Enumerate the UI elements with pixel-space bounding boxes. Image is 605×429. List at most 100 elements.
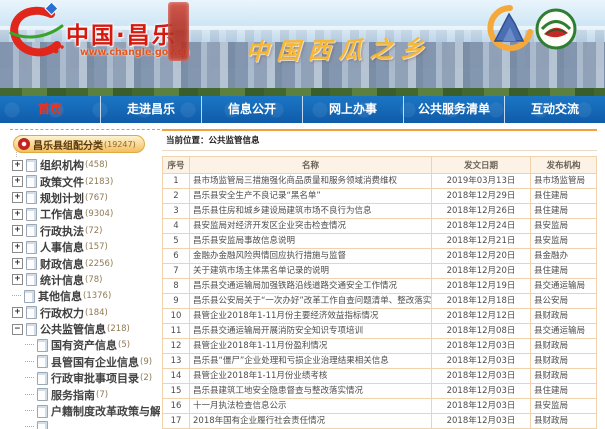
expand-icon[interactable]: + — [12, 242, 23, 253]
site-logo-icon[interactable] — [6, 3, 66, 63]
expand-icon[interactable]: + — [12, 176, 23, 187]
sidebar-item[interactable]: −公共监管信息(218) — [10, 321, 160, 337]
nav-item-3[interactable]: 信息公开 — [202, 96, 303, 123]
nav-item-6[interactable]: 互动交流 — [505, 96, 605, 123]
row-number: 4 — [163, 219, 190, 234]
mountain-crescent-emblem-icon — [486, 5, 534, 57]
expand-icon[interactable]: + — [12, 192, 23, 203]
publish-date: 2018年12月26日 — [432, 204, 531, 219]
document-link[interactable]: 昌乐县建筑工地安全隐患督查与整改落实情况 — [190, 384, 432, 399]
table-row: 8昌乐县交通运输局加强铁路沿线道路交通安全工作情况2018年12月19日县交通运… — [163, 279, 597, 294]
table-row: 11昌乐县交通运输局开展消防安全知识专项培训2018年12月08日县交通运输局 — [163, 324, 597, 339]
document-link[interactable]: 县管企业2018年1-11月份主要经济效益指标情况 — [190, 309, 432, 324]
sidebar-item-count: (7) — [96, 390, 108, 400]
expand-icon[interactable]: + — [12, 274, 23, 285]
publish-org: 县公安局 — [531, 294, 597, 309]
publish-date: 2018年12月29日 — [432, 189, 531, 204]
table-header-row: 序号名称发文日期发布机构 — [163, 157, 597, 174]
page-icon — [24, 290, 35, 303]
document-link[interactable]: 昌乐县安全生产不良记录“黑名单” — [190, 189, 432, 204]
tree-dash-connector — [25, 426, 34, 428]
table-row: 10县管企业2018年1-11月份主要经济效益指标情况2018年12月12日县财… — [163, 309, 597, 324]
sidebar-item-count: (458) — [85, 160, 108, 170]
publish-org: 县安监局 — [531, 219, 597, 234]
sidebar-subitem[interactable]: 国有资产信息(5) — [10, 337, 160, 353]
sidebar-item-label: 行政权力 — [40, 305, 84, 321]
document-link[interactable]: 昌乐县安监局事故信息说明 — [190, 234, 432, 249]
sidebar-item-count: (5) — [118, 340, 130, 350]
table-row: 15昌乐县建筑工地安全隐患督查与整改落实情况2018年12月03日县住建局 — [163, 384, 597, 399]
row-number: 8 — [163, 279, 190, 294]
sidebar-item-label: 组织机构 — [40, 157, 84, 173]
document-link[interactable]: 昌乐县交通运输局加强铁路沿线道路交通安全工作情况 — [190, 279, 432, 294]
sidebar-item[interactable]: +人事信息(157) — [10, 239, 160, 255]
nav-item-4[interactable]: 网上办事 — [303, 96, 404, 123]
document-link[interactable]: 县市场监管局三措施强化商品质量和服务领域消费维权 — [190, 174, 432, 189]
table-row: 1县市场监管局三措施强化商品质量和服务领域消费维权2019年03月13日县市场监… — [163, 174, 597, 189]
table-row: 2昌乐县安全生产不良记录“黑名单”2018年12月29日县住建局 — [163, 189, 597, 204]
expand-icon[interactable]: + — [12, 160, 23, 171]
sidebar-item[interactable]: +行政执法(72) — [10, 223, 160, 239]
sidebar-item[interactable]: 其他信息(1376) — [10, 288, 160, 304]
document-link[interactable]: 关于建筑市场主体黑名单记录的说明 — [190, 264, 432, 279]
row-number: 17 — [163, 414, 190, 429]
sidebar-item-count: (2256) — [85, 259, 113, 269]
publish-date: 2018年12月03日 — [432, 384, 531, 399]
publish-org: 县安监局 — [531, 399, 597, 414]
expand-icon[interactable]: + — [12, 209, 23, 220]
breadcrumb: 当前位置：公共监管信息 — [162, 133, 597, 151]
round-green-badge-icon — [534, 7, 578, 55]
sidebar-item[interactable]: +财政信息(2256) — [10, 255, 160, 271]
nav-item-2[interactable]: 走进昌乐 — [101, 96, 202, 123]
collapse-icon[interactable]: − — [12, 324, 23, 335]
table-row: 3昌乐县住房和城乡建设局建筑市场不良行为信息2018年12月26日县住建局 — [163, 204, 597, 219]
sidebar-subitem[interactable]: 行政审批事项目录(2) — [10, 370, 160, 386]
page-icon — [26, 257, 37, 270]
tree-dash-connector — [25, 344, 34, 346]
document-link[interactable]: 昌乐县交通运输局开展消防安全知识专项培训 — [190, 324, 432, 339]
main-content: 当前位置：公共监管信息 序号名称发文日期发布机构 1县市场监管局三措施强化商品质… — [162, 129, 597, 429]
sidebar-item-label: 其他信息 — [38, 288, 82, 304]
sidebar-item[interactable]: +规划计划(767) — [10, 190, 160, 206]
sidebar-subitem[interactable] — [10, 419, 160, 429]
sidebar-item[interactable]: + 组织机构(458) — [10, 157, 160, 173]
expand-icon[interactable]: + — [12, 307, 23, 318]
sidebar-item[interactable]: +政策文件(2183) — [10, 173, 160, 189]
page-icon — [26, 175, 37, 188]
table-row: 4县安监局对经济开发区企业突击检查情况2018年12月24日县安监局 — [163, 219, 597, 234]
document-link[interactable]: 县安监局对经济开发区企业突击检查情况 — [190, 219, 432, 234]
document-link[interactable]: 昌乐县公安局关于“一次办好”改革工作自查问题清单、整改落实情况 — [190, 294, 432, 309]
nav-item-1[interactable]: 首页 — [0, 96, 101, 123]
breadcrumb-current: 公共监管信息 — [209, 136, 260, 146]
row-number: 2 — [163, 189, 190, 204]
publish-date: 2019年03月13日 — [432, 174, 531, 189]
document-link[interactable]: 县管企业2018年1-11月份盈利情况 — [190, 339, 432, 354]
document-link[interactable]: 2018年国有企业履行社会责任情况 — [190, 414, 432, 429]
tree-dash-connector — [25, 361, 34, 363]
table-row: 14县管企业2018年1-11月份业绩考核2018年12月03日县财政局 — [163, 369, 597, 384]
row-number: 11 — [163, 324, 190, 339]
sidebar-item-label: 统计信息 — [40, 272, 84, 288]
expand-icon[interactable]: + — [12, 225, 23, 236]
sidebar-item[interactable]: +工作信息(9304) — [10, 206, 160, 222]
sidebar-item[interactable]: +行政权力(184) — [10, 305, 160, 321]
nav-item-5[interactable]: 公共服务清单 — [404, 96, 505, 123]
document-link[interactable]: 县管企业2018年1-11月份业绩考核 — [190, 369, 432, 384]
sidebar-item-label: 县管国有企业信息 — [51, 354, 139, 370]
sidebar-subitem[interactable]: 服务指南(7) — [10, 386, 160, 402]
sidebar-item[interactable]: +统计信息(78) — [10, 272, 160, 288]
document-link[interactable]: 十一月执法检查信息公示 — [190, 399, 432, 414]
sidebar-item-label: 公共监管信息 — [40, 321, 106, 337]
expand-icon[interactable]: + — [12, 258, 23, 269]
sidebar-subitem[interactable]: 户籍制度改革政策与解 — [10, 403, 160, 419]
document-link[interactable]: 昌乐县住房和城乡建设局建筑市场不良行为信息 — [190, 204, 432, 219]
document-link[interactable]: 昌乐县“僵尸”企业处理和亏损企业治理结果相关信息 — [190, 354, 432, 369]
publish-org: 县安监局 — [531, 234, 597, 249]
document-link[interactable]: 金融办金融风险舆情回应执行措施与监督 — [190, 249, 432, 264]
publish-org: 县住建局 — [531, 384, 597, 399]
sidebar-root-category[interactable]: 昌乐县组配分类 (19247) — [13, 135, 145, 153]
publish-date: 2018年12月12日 — [432, 309, 531, 324]
sidebar-subitem[interactable]: 县管国有企业信息(9) — [10, 354, 160, 370]
banner-slogan: 中国西瓜之乡 — [245, 29, 433, 66]
page-icon — [26, 273, 37, 286]
